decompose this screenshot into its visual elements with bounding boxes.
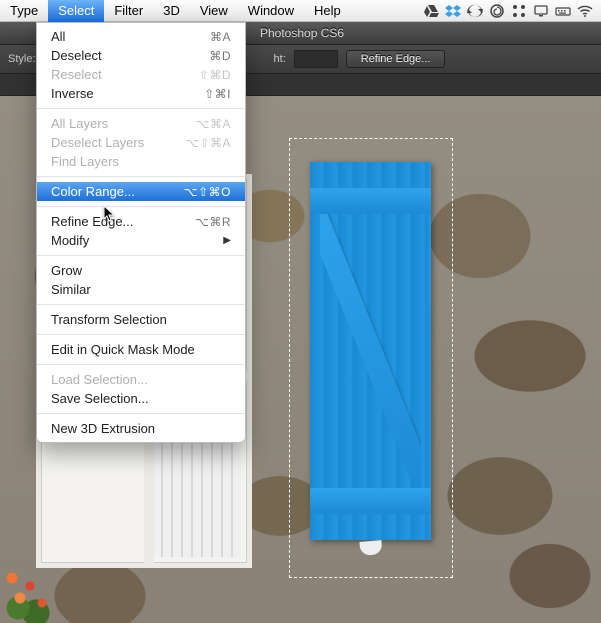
google-drive-icon[interactable]	[423, 3, 439, 19]
menu-item-all-layers: All Layers⌥⌘A	[37, 114, 245, 133]
menu-item-modify[interactable]: Modify▶	[37, 231, 245, 250]
menu-item-inverse[interactable]: Inverse⇧⌘I	[37, 84, 245, 103]
select-menu-dropdown: All⌘ADeselect⌘DReselect⇧⌘DInverse⇧⌘I All …	[36, 22, 246, 443]
menu-item-all[interactable]: All⌘A	[37, 27, 245, 46]
menu-item-edit-in-quick-mask-mode[interactable]: Edit in Quick Mask Mode	[37, 340, 245, 359]
height-field[interactable]	[294, 50, 338, 68]
wifi-icon[interactable]	[577, 3, 593, 19]
dropbox-icon[interactable]	[445, 3, 461, 19]
menu-item-refine-edge[interactable]: Refine Edge...⌥⌘R	[37, 212, 245, 231]
menu-filter[interactable]: Filter	[104, 0, 153, 22]
menu-item-find-layers: Find Layers	[37, 152, 245, 171]
flowers-image	[0, 568, 60, 623]
style-label: Style:	[8, 53, 36, 65]
menu-type[interactable]: Type	[0, 0, 48, 22]
refine-edge-button[interactable]: Refine Edge...	[346, 50, 446, 68]
menu-item-deselect-layers: Deselect Layers⌥⇧⌘A	[37, 133, 245, 152]
menu-select[interactable]: Select	[48, 0, 104, 22]
apps-icon[interactable]	[511, 3, 527, 19]
menu-item-reselect: Reselect⇧⌘D	[37, 65, 245, 84]
menu-item-load-selection: Load Selection...	[37, 370, 245, 389]
selection-marquee	[289, 138, 453, 578]
system-menubar: Type Select Filter 3D View Window Help	[0, 0, 601, 22]
keyboard-icon[interactable]	[555, 3, 571, 19]
menu-item-color-range[interactable]: Color Range...⌥⇧⌘O	[37, 182, 245, 201]
menu-3d[interactable]: 3D	[153, 0, 190, 22]
menu-item-similar[interactable]: Similar	[37, 280, 245, 299]
menu-item-grow[interactable]: Grow	[37, 261, 245, 280]
menu-item-save-selection[interactable]: Save Selection...	[37, 389, 245, 408]
menu-help[interactable]: Help	[304, 0, 351, 22]
menubar-status-icons	[423, 3, 601, 19]
menu-window[interactable]: Window	[238, 0, 304, 22]
display-icon[interactable]	[533, 3, 549, 19]
menu-item-deselect[interactable]: Deselect⌘D	[37, 46, 245, 65]
sync-icon[interactable]	[467, 3, 483, 19]
height-label: ht:	[274, 53, 286, 65]
creative-cloud-icon[interactable]	[489, 3, 505, 19]
menu-item-new-3d-extrusion[interactable]: New 3D Extrusion	[37, 419, 245, 438]
app-title: Photoshop CS6	[260, 26, 344, 40]
menu-view[interactable]: View	[190, 0, 238, 22]
menu-item-transform-selection[interactable]: Transform Selection	[37, 310, 245, 329]
